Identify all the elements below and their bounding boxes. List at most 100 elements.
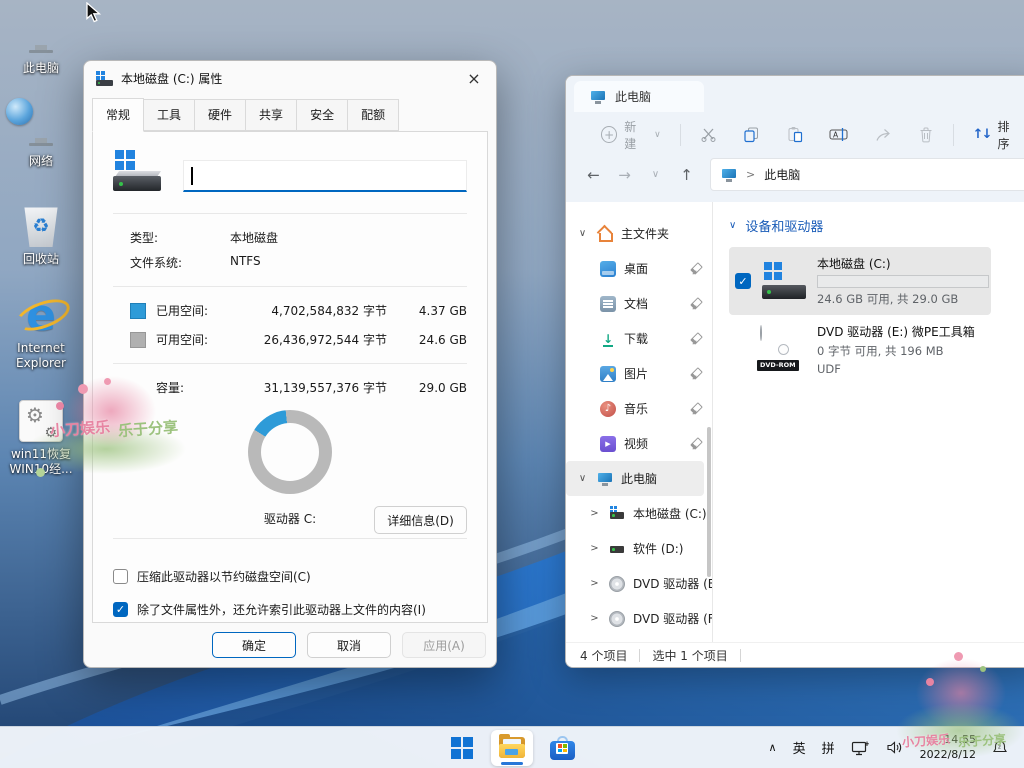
chevron-down-icon: ∨ [576, 228, 589, 239]
volume-label-input[interactable] [183, 160, 467, 192]
sidebar-item-downloads[interactable]: ↓ 下载 [566, 321, 712, 356]
svg-text:A: A [833, 131, 839, 140]
delete-button[interactable] [905, 126, 947, 143]
sidebar-item-disk-d[interactable]: > 软件 (D:) [566, 531, 712, 566]
sidebar-item-dvd-e[interactable]: > DVD 驱动器 (E [566, 566, 712, 601]
desktop-icon-this-pc[interactable]: 此电脑 [6, 12, 76, 76]
this-pc-icon [597, 471, 613, 487]
desktop-icon-internet-explorer[interactable]: e Internet Explorer [6, 292, 76, 371]
tab-tools[interactable]: 工具 [144, 99, 195, 131]
properties-dialog: 本地磁盘 (C:) 属性 × 常规 工具 硬件 共享 安全 配额 类型: 本地磁… [83, 60, 497, 668]
sidebar-item-videos[interactable]: ▶ 视频 [566, 426, 712, 461]
sidebar-scrollbar[interactable] [707, 427, 711, 577]
sidebar-item-pictures[interactable]: 图片 [566, 356, 712, 391]
ok-button[interactable]: 确定 [212, 632, 296, 658]
paste-button[interactable] [773, 126, 816, 143]
tab-security[interactable]: 安全 [297, 99, 348, 131]
gears-icon: ⚙⚙ [19, 400, 63, 442]
checkbox-label: 压缩此驱动器以节约磁盘空间(C) [137, 568, 311, 585]
cut-icon [700, 126, 717, 143]
free-space-label: 可用空间: [156, 331, 236, 348]
disk-usage-donut-chart [248, 410, 332, 494]
checkbox-checked-icon[interactable]: ✓ [735, 273, 751, 289]
rename-button[interactable]: A [816, 126, 861, 143]
explorer-titlebar[interactable]: 此电脑 [566, 76, 1024, 112]
divider [113, 286, 467, 287]
sidebar-item-home[interactable]: ∨ 主文件夹 [566, 216, 712, 251]
text-caret [191, 167, 193, 185]
drive-item-dvd-e[interactable]: DVD-ROM DVD 驱动器 (E:) 微PE工具箱 0 字节 可用, 共 1… [754, 315, 991, 384]
dialog-titlebar[interactable]: 本地磁盘 (C:) 属性 × [84, 61, 496, 95]
explorer-tab[interactable]: 此电脑 [574, 81, 704, 112]
tab-sharing[interactable]: 共享 [246, 99, 297, 131]
speaker-icon [886, 740, 904, 755]
up-button[interactable]: ↑ [671, 166, 702, 184]
svg-text:z: z [998, 745, 1001, 751]
pin-icon [691, 298, 702, 310]
status-divider [740, 649, 741, 662]
chevron-down-icon: ∨ [729, 220, 736, 231]
this-pc-icon [721, 167, 737, 183]
sidebar-item-music[interactable]: ♪ 音乐 [566, 391, 712, 426]
network-tray-button[interactable] [843, 740, 878, 756]
address-bar[interactable]: > 此电脑 [710, 158, 1024, 191]
sidebar-item-local-disk-c[interactable]: > 本地磁盘 (C:) [566, 496, 712, 531]
tab-quota[interactable]: 配额 [348, 99, 399, 131]
details-button[interactable]: 详细信息(D) [374, 506, 467, 534]
taskbar-microsoft-store[interactable] [541, 730, 583, 766]
explorer-statusbar: 4 个项目 选中 1 个项目 [566, 642, 1024, 667]
desktop-icon-label: Internet Explorer [6, 341, 76, 371]
recent-locations-button[interactable]: ∨ [640, 169, 671, 180]
ime-language-indicator[interactable]: 英 [785, 738, 814, 757]
forward-button[interactable]: → [609, 166, 640, 184]
sidebar-item-documents[interactable]: 文档 [566, 286, 712, 321]
taskbar-clock[interactable]: 14:55 2022/8/12 [912, 733, 984, 762]
pin-icon [691, 403, 702, 415]
desktop-icon-network[interactable]: 网络 [6, 105, 76, 169]
network-icon [851, 740, 870, 756]
desktop-icon-win11-restore[interactable]: ⚙⚙ win11恢复WIN10经... [6, 398, 76, 477]
breadcrumb[interactable]: 此电脑 [764, 166, 800, 183]
videos-icon: ▶ [600, 436, 616, 452]
desktop-folder-icon [600, 261, 616, 277]
cut-button[interactable] [687, 126, 730, 143]
desktop-icon-recycle-bin[interactable]: ♻ 回收站 [6, 203, 76, 267]
cancel-button[interactable]: 取消 [307, 632, 391, 658]
disk-icon [609, 541, 625, 557]
sidebar-item-desktop[interactable]: 桌面 [566, 251, 712, 286]
globe-icon [6, 98, 33, 125]
notification-center-button[interactable]: z [984, 739, 1016, 756]
volume-tray-button[interactable] [878, 740, 912, 755]
filesystem-label: 文件系统: [130, 254, 230, 271]
checkbox-unchecked-icon[interactable] [113, 569, 128, 584]
pin-icon [691, 263, 702, 275]
sidebar-item-dvd-last[interactable]: > DVD 驱动器 (F:) [566, 636, 712, 642]
tab-hardware[interactable]: 硬件 [195, 99, 246, 131]
drive-item-c[interactable]: ✓ 本地磁盘 (C:) 24.6 GB 可用, 共 29.0 GB [729, 247, 991, 315]
windows-logo-icon [451, 737, 473, 759]
ime-mode-indicator[interactable]: 拼 [814, 738, 843, 757]
dialog-tabs: 常规 工具 硬件 共享 安全 配额 [84, 95, 496, 131]
compress-drive-checkbox-row[interactable]: 压缩此驱动器以节约磁盘空间(C) [113, 560, 467, 593]
back-button[interactable]: ← [578, 166, 609, 184]
tab-general[interactable]: 常规 [92, 98, 144, 132]
explorer-sidebar: ∨ 主文件夹 桌面 文档 ↓ 下载 图片 [566, 202, 712, 642]
start-button[interactable] [441, 730, 483, 766]
checkbox-checked-icon[interactable]: ✓ [113, 602, 128, 617]
index-contents-checkbox-row[interactable]: ✓ 除了文件属性外，还允许索引此驱动器上文件的内容(I) [113, 593, 467, 626]
share-button[interactable] [861, 127, 905, 143]
tray-overflow-button[interactable]: ∧ [761, 741, 785, 754]
dialog-title: 本地磁盘 (C:) 属性 [121, 70, 448, 87]
chevron-right-icon: > [588, 508, 601, 519]
copy-button[interactable] [730, 126, 773, 143]
mouse-cursor [86, 2, 106, 27]
explorer-toolbar: + 新建 ∨ A ↑↓ [566, 112, 1024, 157]
section-devices-and-drives[interactable]: ∨ 设备和驱动器 [729, 216, 1024, 235]
close-button[interactable]: × [456, 65, 492, 91]
sidebar-item-dvd-f[interactable]: > DVD 驱动器 (F [566, 601, 712, 636]
sort-button[interactable]: ↑↓ 排序 [960, 118, 1024, 152]
sidebar-item-this-pc[interactable]: ∨ 此电脑 [566, 461, 704, 496]
new-button[interactable]: + 新建 ∨ [588, 118, 674, 152]
taskbar-file-explorer[interactable] [491, 730, 533, 766]
type-label: 类型: [130, 229, 230, 246]
